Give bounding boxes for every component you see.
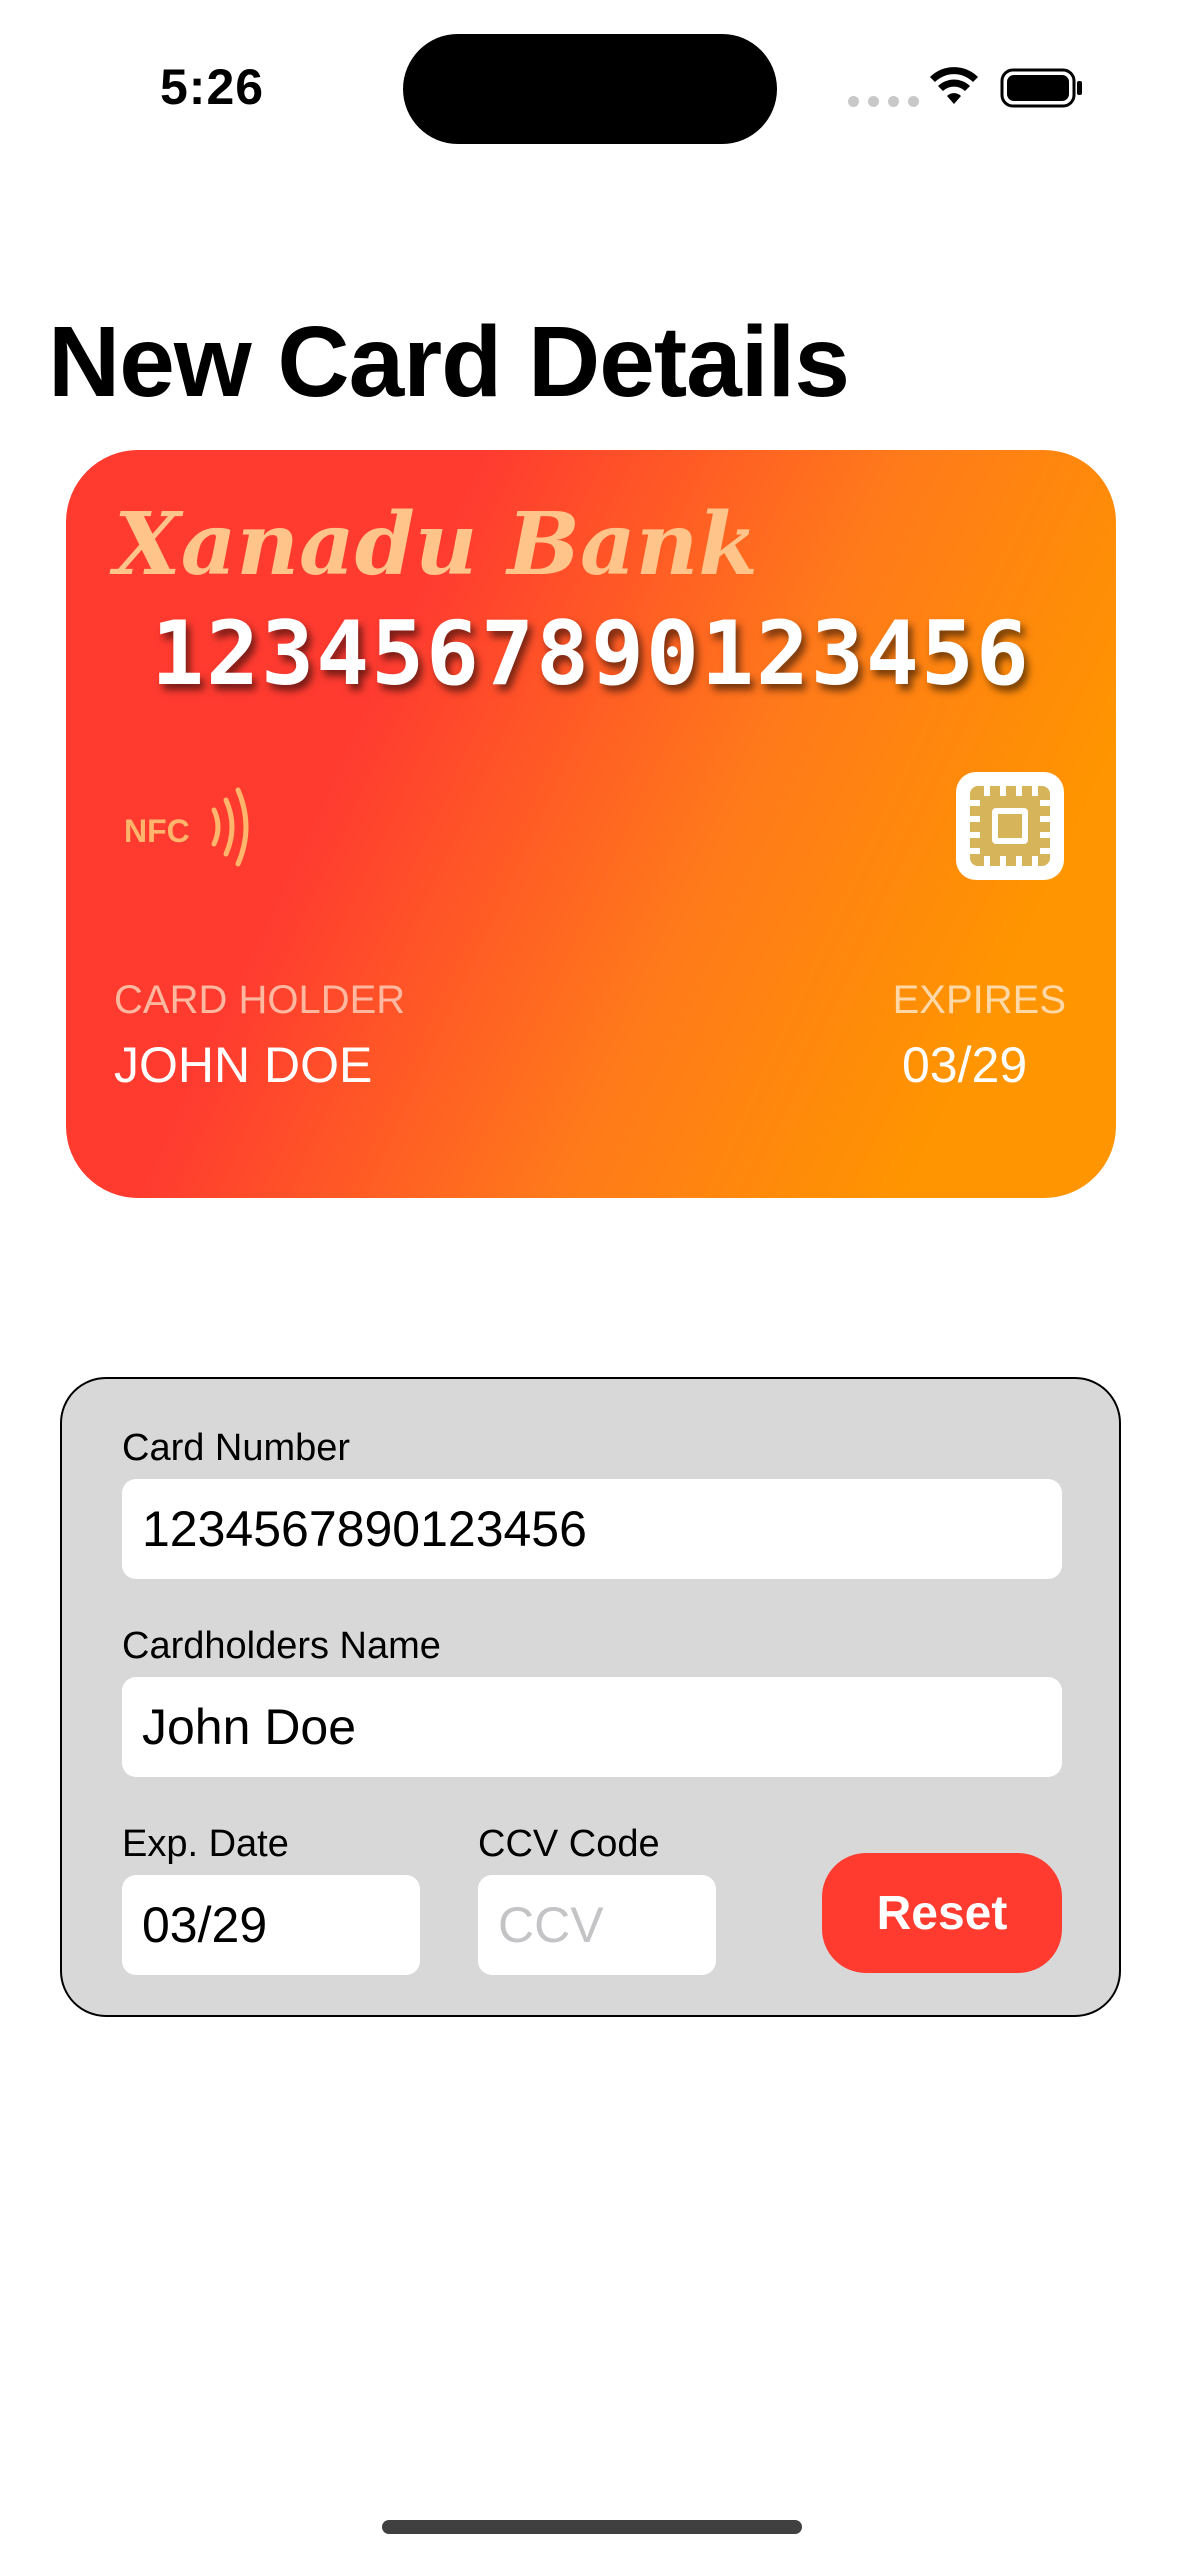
card-holder-name: JOHN DOE — [114, 1037, 373, 1093]
card-holder-caption: CARD HOLDER — [114, 978, 406, 1022]
bank-name: Xanadu Bank — [114, 494, 758, 595]
expires-caption: EXPIRES — [892, 978, 1066, 1022]
chip-icon — [956, 772, 1064, 880]
ccv-input[interactable]: CCV — [478, 1875, 716, 1975]
card-number-display: 1234567890123456 — [151, 602, 1031, 705]
card-form: Card Number 1234567890123456 Cardholders… — [60, 1377, 1121, 2017]
home-indicator[interactable] — [382, 2520, 802, 2534]
card-number-input[interactable]: 1234567890123456 — [122, 1479, 1062, 1579]
cellular-signal-icon — [848, 96, 919, 107]
exp-date-label: Exp. Date — [122, 1823, 289, 1865]
nfc-icon: NFC — [124, 787, 249, 867]
status-time: 5:26 — [160, 59, 265, 115]
nfc-label: NFC — [124, 813, 190, 849]
battery-icon — [1000, 68, 1082, 108]
expires-value: 03/29 — [902, 1037, 1028, 1093]
card-preview: Xanadu Bank 1234567890123456 NFC CARD HO… — [66, 450, 1116, 1198]
reset-button[interactable]: Reset — [822, 1853, 1062, 1973]
card-number-label: Card Number — [122, 1427, 351, 1469]
page-title: New Card Details — [48, 306, 850, 418]
cardholder-name-label: Cardholders Name — [122, 1625, 441, 1667]
wifi-icon — [930, 67, 978, 104]
exp-date-input[interactable]: 03/29 — [122, 1875, 420, 1975]
cardholder-name-input[interactable]: John Doe — [122, 1677, 1062, 1777]
ccv-label: CCV Code — [478, 1823, 660, 1865]
dynamic-island — [403, 34, 777, 144]
